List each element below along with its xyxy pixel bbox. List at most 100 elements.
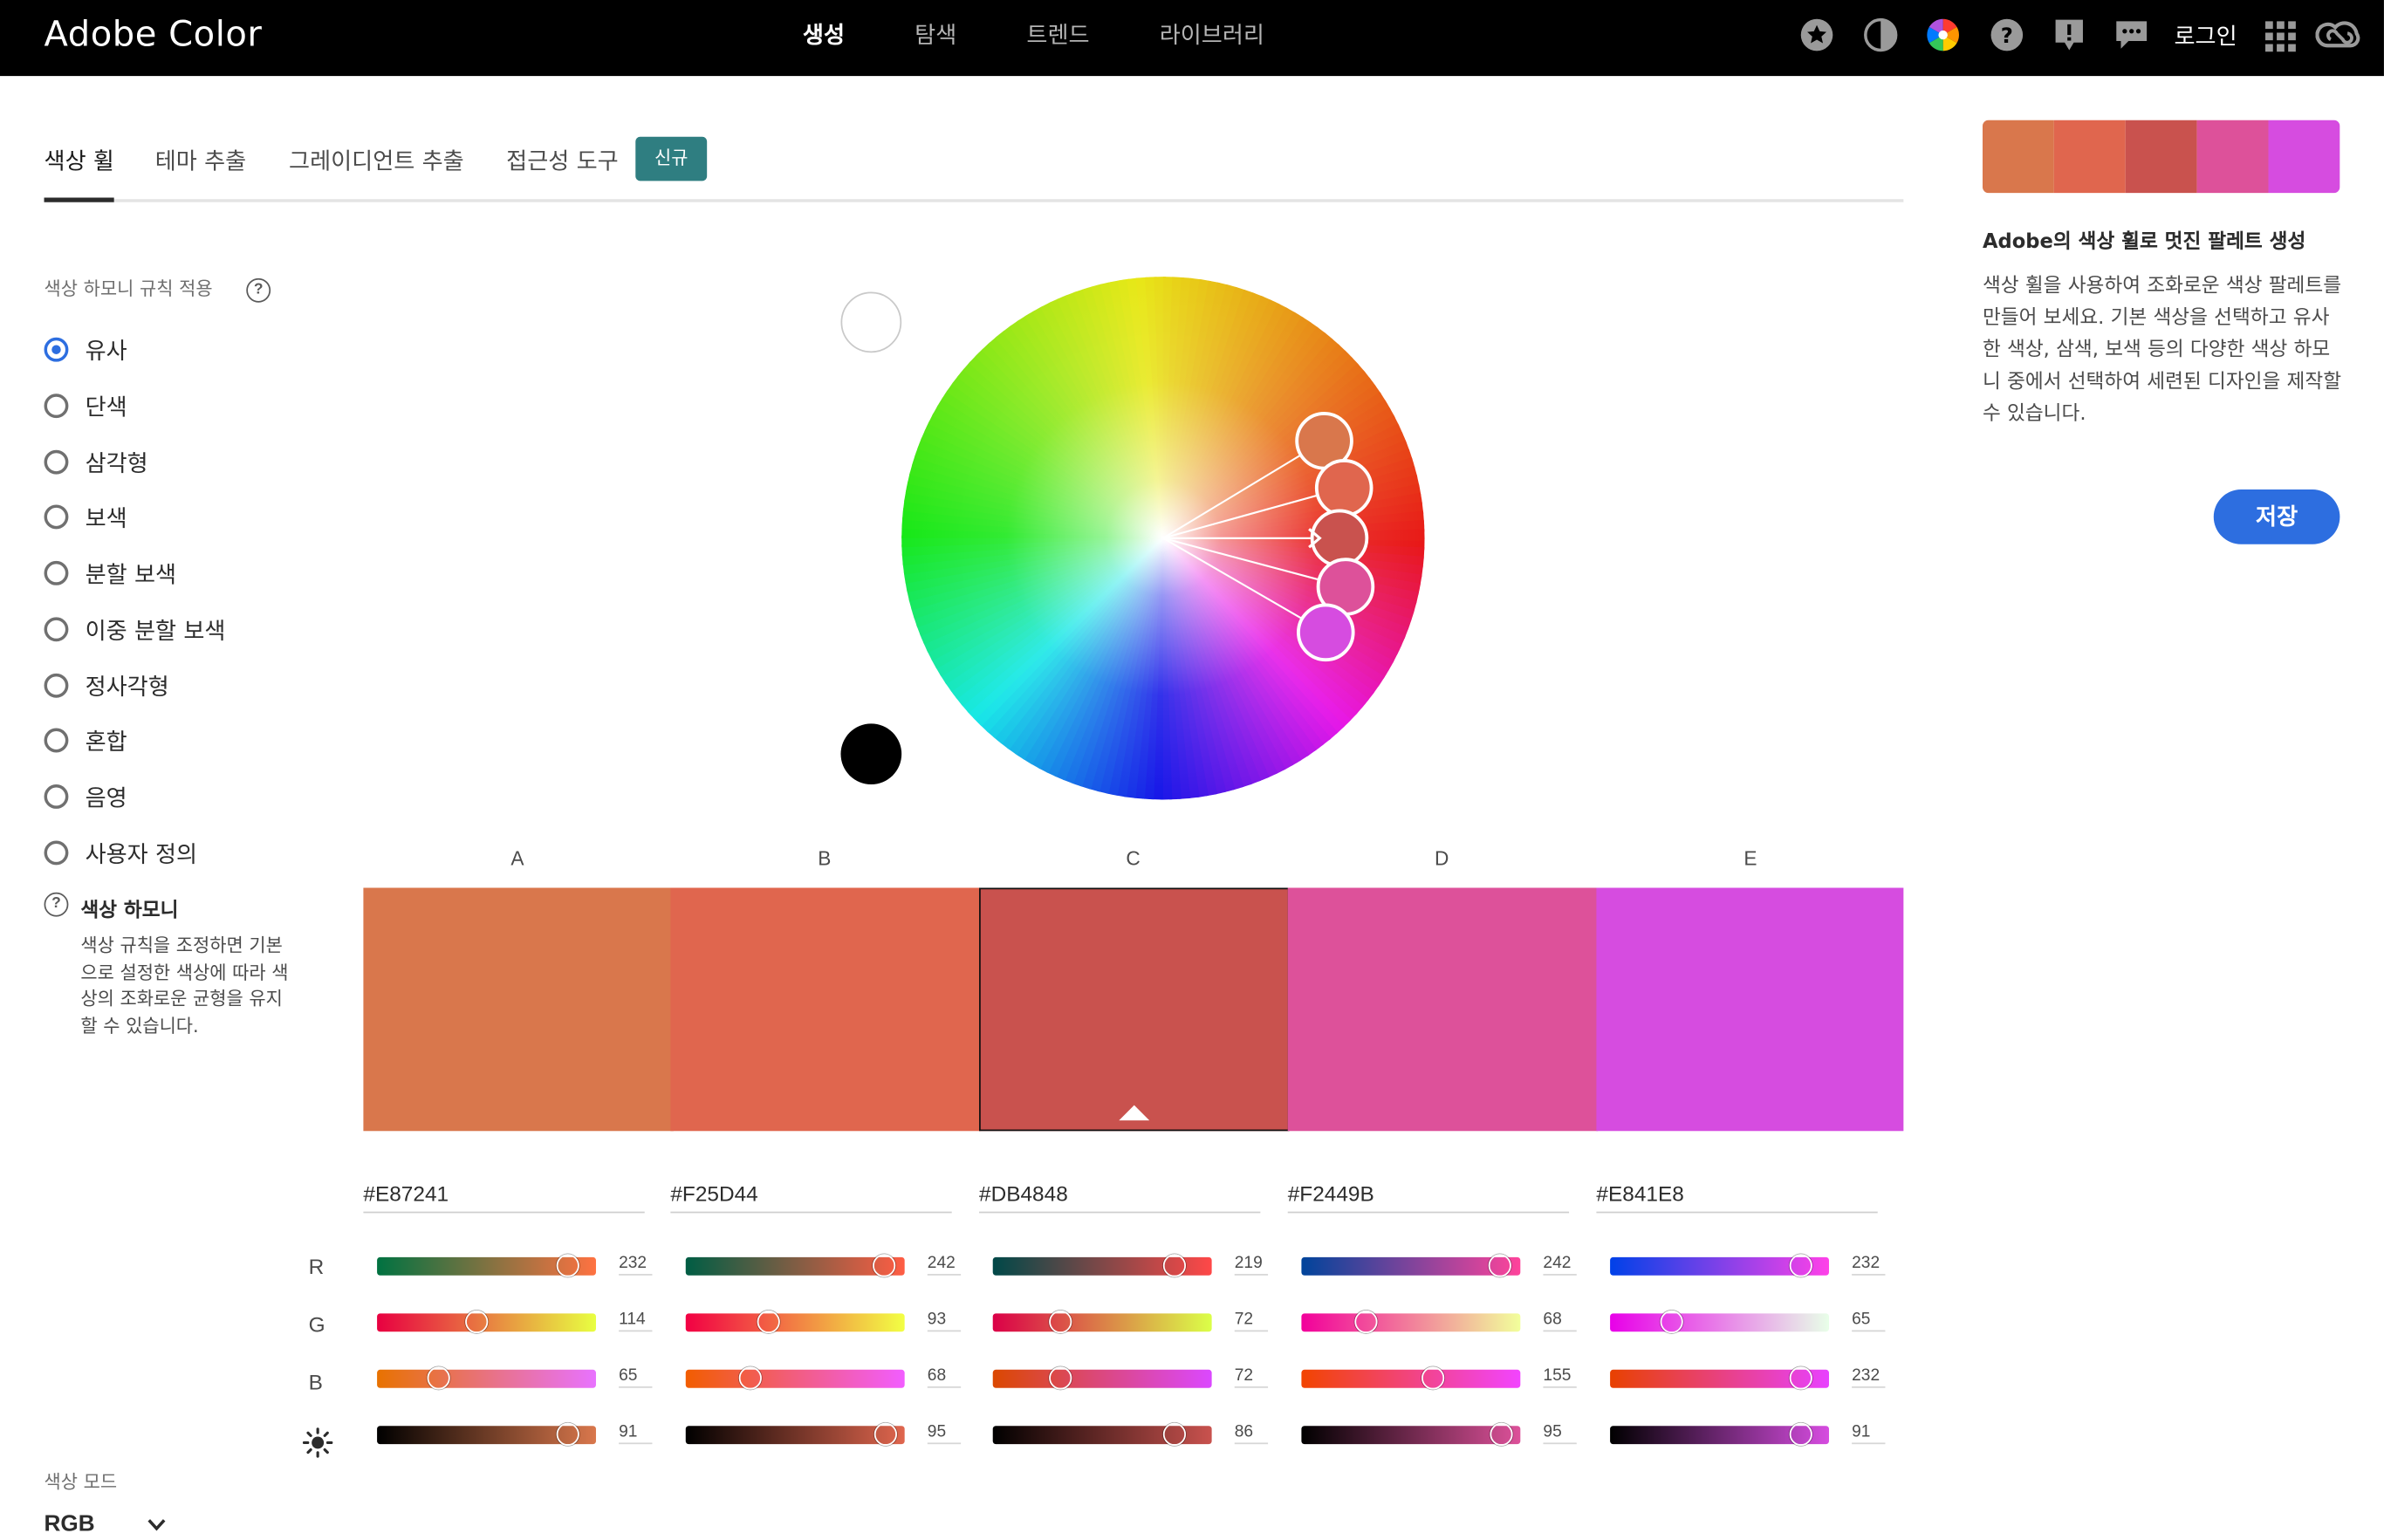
login-link[interactable]: 로그인 — [2174, 20, 2237, 52]
channel-slider-brightness[interactable] — [685, 1422, 905, 1446]
channel-slider-r[interactable] — [1610, 1254, 1829, 1277]
channel-value-brightness[interactable]: 95 — [1543, 1423, 1577, 1445]
channel-value-b[interactable]: 65 — [619, 1366, 653, 1388]
channel-slider-b[interactable] — [992, 1366, 1212, 1390]
creative-cloud-icon[interactable] — [2315, 17, 2361, 53]
palette-preview[interactable] — [1982, 120, 2340, 194]
channel-slider-brightness[interactable] — [992, 1422, 1212, 1446]
radio-button[interactable] — [44, 784, 69, 809]
channel-value-r[interactable]: 232 — [1852, 1254, 1886, 1276]
help-icon[interactable]: ? — [1989, 17, 2025, 53]
slider-thumb[interactable] — [1048, 1366, 1072, 1390]
hex-input[interactable]: #E841E8 — [1596, 1177, 1878, 1214]
contrast-icon[interactable] — [1862, 17, 1899, 53]
channel-value-r[interactable]: 242 — [1543, 1254, 1577, 1276]
radio-button[interactable] — [44, 616, 69, 641]
brand-logo[interactable]: Adobe Color — [45, 15, 263, 54]
nav-create[interactable]: 생성 — [803, 18, 845, 51]
nav-libraries[interactable]: 라이브러리 — [1160, 18, 1264, 51]
channel-value-b[interactable]: 155 — [1543, 1366, 1577, 1388]
nav-explore[interactable]: 탐색 — [915, 18, 956, 51]
channel-value-g[interactable]: 72 — [1234, 1311, 1269, 1332]
tab-extract-theme[interactable]: 테마 추출 — [155, 145, 246, 177]
channel-slider-r[interactable] — [1301, 1254, 1521, 1277]
channel-slider-brightness[interactable] — [377, 1422, 596, 1446]
slider-thumb[interactable] — [1048, 1310, 1072, 1333]
slider-thumb[interactable] — [1790, 1254, 1813, 1277]
nav-trends[interactable]: 트렌드 — [1026, 18, 1089, 51]
slider-thumb[interactable] — [1162, 1422, 1186, 1446]
color-swatch[interactable] — [363, 887, 674, 1132]
chevron-down-icon[interactable] — [146, 1514, 167, 1535]
hex-input[interactable]: #F25D44 — [670, 1177, 952, 1214]
channel-slider-g[interactable] — [1301, 1310, 1521, 1333]
channel-value-brightness[interactable]: 91 — [1852, 1423, 1886, 1445]
channel-slider-r[interactable] — [377, 1254, 596, 1277]
tab-color-wheel[interactable]: 색상 휠 — [45, 145, 114, 177]
feedback-icon[interactable] — [2051, 17, 2087, 53]
channel-slider-g[interactable] — [992, 1310, 1212, 1333]
chat-icon[interactable] — [2113, 17, 2150, 53]
slider-thumb[interactable] — [873, 1422, 897, 1446]
slider-thumb[interactable] — [1489, 1422, 1512, 1446]
color-swatch[interactable] — [1596, 887, 1904, 1132]
channel-value-r[interactable]: 242 — [927, 1254, 962, 1276]
slider-thumb[interactable] — [465, 1310, 489, 1333]
hex-input[interactable]: #F2449B — [1287, 1177, 1570, 1214]
color-handle[interactable] — [1314, 459, 1374, 517]
channel-value-g[interactable]: 68 — [1543, 1311, 1577, 1332]
channel-value-r[interactable]: 232 — [619, 1254, 653, 1276]
color-swatch[interactable] — [670, 887, 981, 1132]
slider-thumb[interactable] — [738, 1366, 762, 1390]
apps-grid-icon[interactable] — [2263, 18, 2299, 55]
slider-thumb[interactable] — [873, 1254, 896, 1277]
channel-value-brightness[interactable]: 95 — [927, 1423, 962, 1445]
slider-thumb[interactable] — [1162, 1254, 1186, 1277]
slider-thumb[interactable] — [427, 1366, 450, 1390]
radio-button[interactable] — [44, 448, 69, 474]
slider-thumb[interactable] — [1489, 1254, 1512, 1277]
channel-slider-g[interactable] — [377, 1310, 596, 1333]
radio-button[interactable] — [44, 728, 69, 753]
radio-button[interactable] — [44, 672, 69, 697]
radio-button[interactable] — [44, 504, 69, 530]
channel-slider-g[interactable] — [1610, 1310, 1829, 1333]
channel-value-b[interactable]: 232 — [1852, 1366, 1886, 1388]
channel-slider-r[interactable] — [685, 1254, 905, 1277]
save-button[interactable]: 저장 — [2213, 489, 2340, 544]
channel-value-r[interactable]: 219 — [1234, 1254, 1269, 1276]
channel-slider-b[interactable] — [685, 1366, 905, 1390]
channel-slider-b[interactable] — [1301, 1366, 1521, 1390]
hex-input[interactable]: #DB4848 — [979, 1177, 1261, 1214]
slider-thumb[interactable] — [1421, 1366, 1445, 1390]
slider-thumb[interactable] — [1660, 1310, 1683, 1333]
color-swatch[interactable] — [979, 887, 1289, 1132]
channel-value-brightness[interactable]: 86 — [1234, 1423, 1269, 1445]
channel-value-g[interactable]: 93 — [927, 1311, 962, 1332]
channel-value-g[interactable]: 65 — [1852, 1311, 1886, 1332]
slider-thumb[interactable] — [557, 1254, 580, 1277]
color-mode-select[interactable]: RGB — [45, 1511, 95, 1537]
brightness-min-knob[interactable] — [840, 723, 902, 785]
star-icon[interactable] — [1798, 17, 1835, 53]
tab-accessibility-tools[interactable]: 접근성 도구 — [506, 145, 619, 177]
color-handle[interactable] — [1297, 603, 1355, 662]
radio-button[interactable] — [44, 840, 69, 865]
radio-button[interactable] — [44, 337, 69, 362]
channel-slider-brightness[interactable] — [1610, 1422, 1829, 1446]
channel-slider-g[interactable] — [685, 1310, 905, 1333]
channel-slider-r[interactable] — [992, 1254, 1212, 1277]
channel-slider-brightness[interactable] — [1301, 1422, 1521, 1446]
channel-value-b[interactable]: 68 — [927, 1366, 962, 1388]
channel-value-b[interactable]: 72 — [1234, 1366, 1269, 1388]
color-wheel-icon[interactable] — [1925, 17, 1962, 53]
radio-button[interactable] — [44, 393, 69, 418]
color-swatch[interactable] — [1287, 887, 1598, 1132]
channel-value-brightness[interactable]: 91 — [619, 1423, 653, 1445]
color-wheel[interactable] — [821, 258, 1444, 821]
slider-thumb[interactable] — [1790, 1422, 1813, 1446]
radio-button[interactable] — [44, 560, 69, 585]
tab-extract-gradient[interactable]: 그레이디언트 추출 — [289, 145, 464, 177]
harmony-help-icon[interactable]: ? — [246, 277, 271, 303]
slider-thumb[interactable] — [557, 1422, 580, 1446]
